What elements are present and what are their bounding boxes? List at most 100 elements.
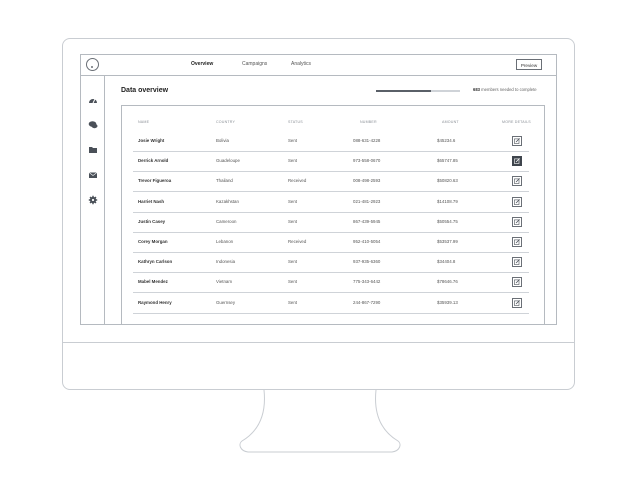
- table-row[interactable]: Josie Wright Bolivia Sent 088-631-4228 $4523…: [133, 131, 529, 152]
- dashboard-icon[interactable]: [88, 95, 98, 105]
- row-number: 088-631-4228: [353, 138, 381, 143]
- row-amount: $34404.8: [437, 259, 456, 265]
- edit-details-button[interactable]: [512, 176, 522, 187]
- nav-campaigns[interactable]: Campaigns: [242, 61, 267, 67]
- row-country: Indonesia: [216, 259, 236, 265]
- folder-icon[interactable]: [88, 145, 98, 155]
- row-country: Guadeloupe: [216, 158, 240, 164]
- row-amount: $50820.63: [437, 178, 458, 184]
- edit-icon: [514, 239, 520, 245]
- row-country: Guernsey: [216, 299, 236, 305]
- row-status: Received: [288, 178, 307, 184]
- progress-text: members needed to complete: [481, 87, 537, 92]
- edit-details-button[interactable]: [512, 216, 522, 227]
- progress-label: 683 members needed to complete: [473, 87, 537, 92]
- row-name: Derrick Arnold: [138, 158, 169, 164]
- row-country: Thailand: [216, 178, 233, 184]
- table-row[interactable]: Derrick Arnold Guadeloupe Sent 973-558-0670…: [133, 151, 529, 173]
- row-name: Trevor Figueroa: [138, 178, 172, 184]
- edit-icon: [514, 178, 520, 185]
- row-status: Received: [288, 239, 307, 244]
- sidebar: [81, 75, 105, 324]
- logo[interactable]: [86, 58, 99, 71]
- row-name: Kathryn Carlson: [138, 259, 173, 265]
- row-country: Vietnam: [216, 279, 233, 285]
- table-row[interactable]: Justin Casey Cameroon Sent 867-439-5945 $505…: [133, 212, 529, 233]
- edit-details-button[interactable]: [512, 196, 522, 207]
- mail-icon[interactable]: [88, 170, 98, 180]
- row-country: Cameroon: [216, 218, 237, 224]
- chat-icon[interactable]: [88, 120, 98, 130]
- table-row[interactable]: Corey Morgan Lebanon Received 952-410-5054 $…: [133, 232, 529, 253]
- row-status: Sent: [288, 198, 298, 204]
- edit-details-button[interactable]: [512, 297, 522, 308]
- page-title: Data overview: [121, 87, 169, 94]
- edit-details-button[interactable]: [512, 136, 522, 146]
- edit-icon: [514, 218, 520, 225]
- row-country: Bolivia: [216, 138, 229, 143]
- row-amount: $65747.85: [437, 158, 458, 164]
- data-table-card: Name Country Status Number Amount More d…: [121, 105, 545, 324]
- app-screen: Overview Campaigns Analytics Preview Dat…: [80, 54, 557, 325]
- row-number: 008-498-2593: [353, 178, 381, 184]
- row-number: 937-935-6360: [353, 259, 381, 265]
- monitor-stand: [239, 389, 401, 453]
- table-row[interactable]: Trevor Figueroa Thailand Received 008-498-2…: [133, 171, 529, 193]
- edit-icon: [514, 259, 520, 265]
- row-status: Sent: [288, 259, 298, 265]
- row-status: Sent: [288, 299, 298, 305]
- edit-icon: [514, 158, 520, 164]
- edit-icon: [514, 138, 520, 144]
- nav-overview[interactable]: Overview: [191, 61, 213, 67]
- top-navbar: Overview Campaigns Analytics Preview: [81, 55, 556, 76]
- row-name: Justin Casey: [138, 218, 166, 224]
- monitor-chin-divider: [62, 342, 575, 343]
- row-number: 952-410-5054: [353, 239, 381, 244]
- column-header-more-details: More details: [502, 120, 531, 124]
- edit-icon: [514, 279, 520, 286]
- column-header-amount: Amount: [442, 120, 459, 124]
- row-status: Sent: [288, 218, 298, 224]
- gear-icon[interactable]: [88, 195, 98, 205]
- row-number: 973-558-0670: [353, 158, 381, 164]
- row-status: Sent: [288, 279, 298, 285]
- edit-details-button[interactable]: [512, 257, 522, 268]
- row-name: Josie Wright: [138, 138, 165, 143]
- column-header-number: Number: [360, 120, 377, 124]
- row-name: Raymond Henry: [138, 299, 172, 305]
- row-number: 867-439-5945: [353, 218, 381, 224]
- progress-bar-fill: [376, 90, 431, 92]
- table-row[interactable]: Kathryn Carlson Indonesia Sent 937-935-6360…: [133, 252, 529, 274]
- row-number: 244-867-7290: [353, 299, 381, 305]
- preview-button[interactable]: Preview: [516, 59, 542, 70]
- edit-details-button[interactable]: [512, 237, 522, 247]
- row-amount: $35939.13: [437, 299, 458, 305]
- table-row[interactable]: Harriet Nash Kazakhstan Sent 021-481-2923 $1…: [133, 192, 529, 213]
- row-amount: $45234.6: [437, 138, 456, 143]
- row-amount: $53537.99: [437, 239, 458, 244]
- row-status: Sent: [288, 158, 298, 164]
- edit-icon: [514, 198, 520, 205]
- row-country: Kazakhstan: [216, 198, 239, 204]
- row-country: Lebanon: [216, 239, 234, 244]
- row-amount: $50554.75: [437, 218, 458, 224]
- column-header-status: Status: [288, 120, 303, 124]
- table-row[interactable]: Mabel Mendez Vietnam Sent 775-343-6442 $7864…: [133, 272, 529, 294]
- column-header-name: Name: [138, 120, 150, 124]
- row-number: 775-343-6442: [353, 279, 381, 285]
- row-name: Harriet Nash: [138, 198, 165, 204]
- edit-details-button[interactable]: [512, 156, 522, 167]
- progress-count: 683: [473, 87, 480, 92]
- row-number: 021-481-2923: [353, 198, 381, 204]
- row-name: Mabel Mendez: [138, 279, 168, 285]
- edit-details-button[interactable]: [512, 277, 522, 288]
- row-amount: $78646.76: [437, 279, 458, 285]
- row-status: Sent: [288, 138, 298, 143]
- table-row[interactable]: Raymond Henry Guernsey Sent 244-867-7290 $35…: [133, 293, 529, 314]
- row-name: Corey Morgan: [138, 239, 168, 244]
- nav-analytics[interactable]: Analytics: [291, 61, 311, 67]
- progress-bar: [376, 90, 460, 92]
- column-header-country: Country: [216, 120, 236, 124]
- edit-icon: [514, 299, 520, 306]
- row-amount: $14108.79: [437, 198, 458, 204]
